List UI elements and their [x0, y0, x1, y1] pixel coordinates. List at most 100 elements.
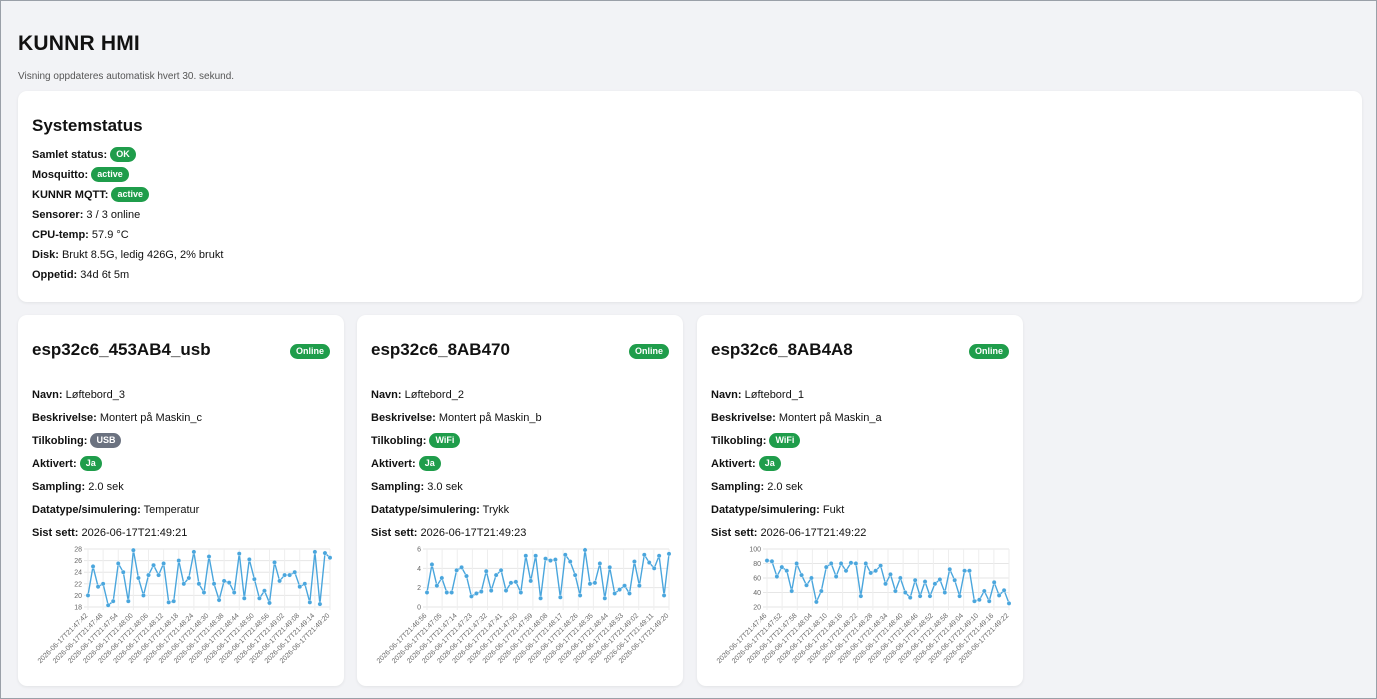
y-tick-label: 20 — [74, 593, 82, 600]
datatype-label: Datatype/simulering: — [32, 504, 141, 516]
data-point — [156, 572, 161, 578]
y-tick-label: 24 — [74, 570, 82, 577]
data-point — [272, 559, 277, 565]
data-point — [146, 572, 151, 578]
data-point — [90, 563, 96, 569]
data-point — [577, 593, 583, 598]
sensors-label: Sensorer: — [32, 209, 84, 221]
sensor-card: esp32c6_8AB4A8 Online Navn: Løftebord_1 … — [697, 315, 1023, 686]
data-point — [533, 553, 539, 559]
data-point — [917, 593, 923, 599]
data-point — [607, 564, 613, 570]
data-point — [833, 574, 839, 579]
data-point — [110, 598, 116, 604]
data-point — [105, 602, 111, 608]
navn-value: Løftebord_3 — [65, 389, 125, 401]
data-point — [469, 593, 474, 599]
data-point — [246, 557, 252, 562]
sist-sett-value: 2026-06-17T21:49:23 — [420, 527, 527, 539]
sampling-label: Sampling: — [371, 481, 425, 493]
data-point — [483, 568, 489, 574]
data-point — [912, 577, 918, 583]
data-point — [888, 571, 893, 577]
data-point — [424, 590, 430, 595]
data-point — [130, 547, 136, 553]
data-point — [818, 588, 824, 594]
y-tick-label: 28 — [74, 547, 82, 554]
data-point — [449, 590, 455, 595]
data-point — [863, 561, 869, 566]
tilkobling-label: Tilkobling: — [371, 435, 427, 447]
data-point — [287, 572, 293, 578]
mosquitto-row: Mosquitto: active — [32, 165, 1348, 185]
cpu-temp-value: 57.9 °C — [91, 229, 129, 241]
tilkobling-label: Tilkobling: — [32, 435, 88, 447]
data-point — [976, 597, 982, 603]
data-point — [897, 575, 903, 581]
data-point — [176, 558, 182, 563]
data-point — [444, 590, 450, 595]
sensor-enabled-row: Aktivert: Ja — [32, 455, 330, 479]
data-point — [257, 595, 262, 601]
data-point — [632, 559, 637, 564]
sensor-status-badge: Online — [628, 344, 669, 359]
sensor-name-row: Navn: Løftebord_1 — [711, 387, 1009, 410]
data-point — [141, 593, 146, 598]
tilkobling-label: Tilkobling: — [711, 435, 767, 447]
uptime-row: Oppetid: 34d 6t 5m — [32, 265, 1348, 285]
data-point — [784, 568, 790, 574]
data-point — [789, 588, 795, 594]
data-point — [473, 591, 479, 596]
sampling-value: 3.0 sek — [427, 481, 463, 493]
data-point — [641, 552, 647, 558]
data-point — [937, 577, 943, 582]
data-point — [823, 564, 829, 570]
data-point — [211, 581, 217, 587]
system-status-card: Systemstatus Samlet status: OK Mosquitto… — [18, 91, 1362, 302]
data-point — [317, 601, 323, 607]
data-point — [166, 599, 172, 605]
system-status-title: Systemstatus — [32, 116, 143, 135]
mosquitto-label: Mosquitto: — [32, 169, 89, 181]
data-point — [302, 581, 308, 587]
aktivert-label: Aktivert: — [711, 458, 756, 470]
data-point — [651, 565, 657, 571]
data-point — [843, 568, 849, 574]
sensors-value: 3 / 3 online — [86, 209, 141, 221]
y-tick-label: 2 — [417, 585, 421, 592]
sensor-chart: 02462026-06-17T21:46:562026-06-17T21:47:… — [376, 547, 671, 665]
data-point — [161, 561, 167, 566]
data-point — [627, 591, 632, 596]
data-point — [241, 595, 247, 601]
sensor-status-badge: Online — [289, 344, 330, 359]
data-point — [868, 570, 874, 576]
kunnr-mqtt-label: KUNNR MQTT: — [32, 189, 109, 201]
refresh-note: Visning oppdateres automatisk hvert 30. … — [18, 71, 235, 82]
data-point — [464, 573, 469, 579]
sampling-value: 2.0 sek — [767, 481, 803, 493]
data-point — [528, 578, 534, 584]
sensors-row: Sensorer: 3 / 3 online — [32, 205, 1348, 225]
kunnr-mqtt-status-badge: active — [111, 186, 149, 202]
data-point — [799, 572, 804, 578]
datatype-label: Datatype/simulering: — [371, 504, 480, 516]
sensor-enabled-row: Aktivert: Ja — [711, 455, 1009, 479]
datatype-label: Datatype/simulering: — [711, 504, 820, 516]
y-tick-label: 26 — [74, 558, 82, 565]
disk-label: Disk: — [32, 249, 59, 261]
data-point — [813, 599, 819, 605]
data-point — [666, 551, 671, 557]
overall-status-badge: OK — [110, 146, 136, 162]
data-point — [848, 560, 854, 566]
aktivert-label: Aktivert: — [32, 458, 77, 470]
data-point — [557, 594, 563, 600]
data-point — [661, 593, 667, 598]
data-point — [922, 579, 928, 585]
data-point — [518, 590, 524, 595]
data-point — [636, 583, 642, 589]
data-point — [828, 561, 834, 566]
connection-badge: WiFi — [769, 432, 801, 448]
data-point — [322, 550, 328, 556]
sensor-name-row: Navn: Løftebord_3 — [32, 387, 330, 410]
data-point — [592, 580, 598, 586]
